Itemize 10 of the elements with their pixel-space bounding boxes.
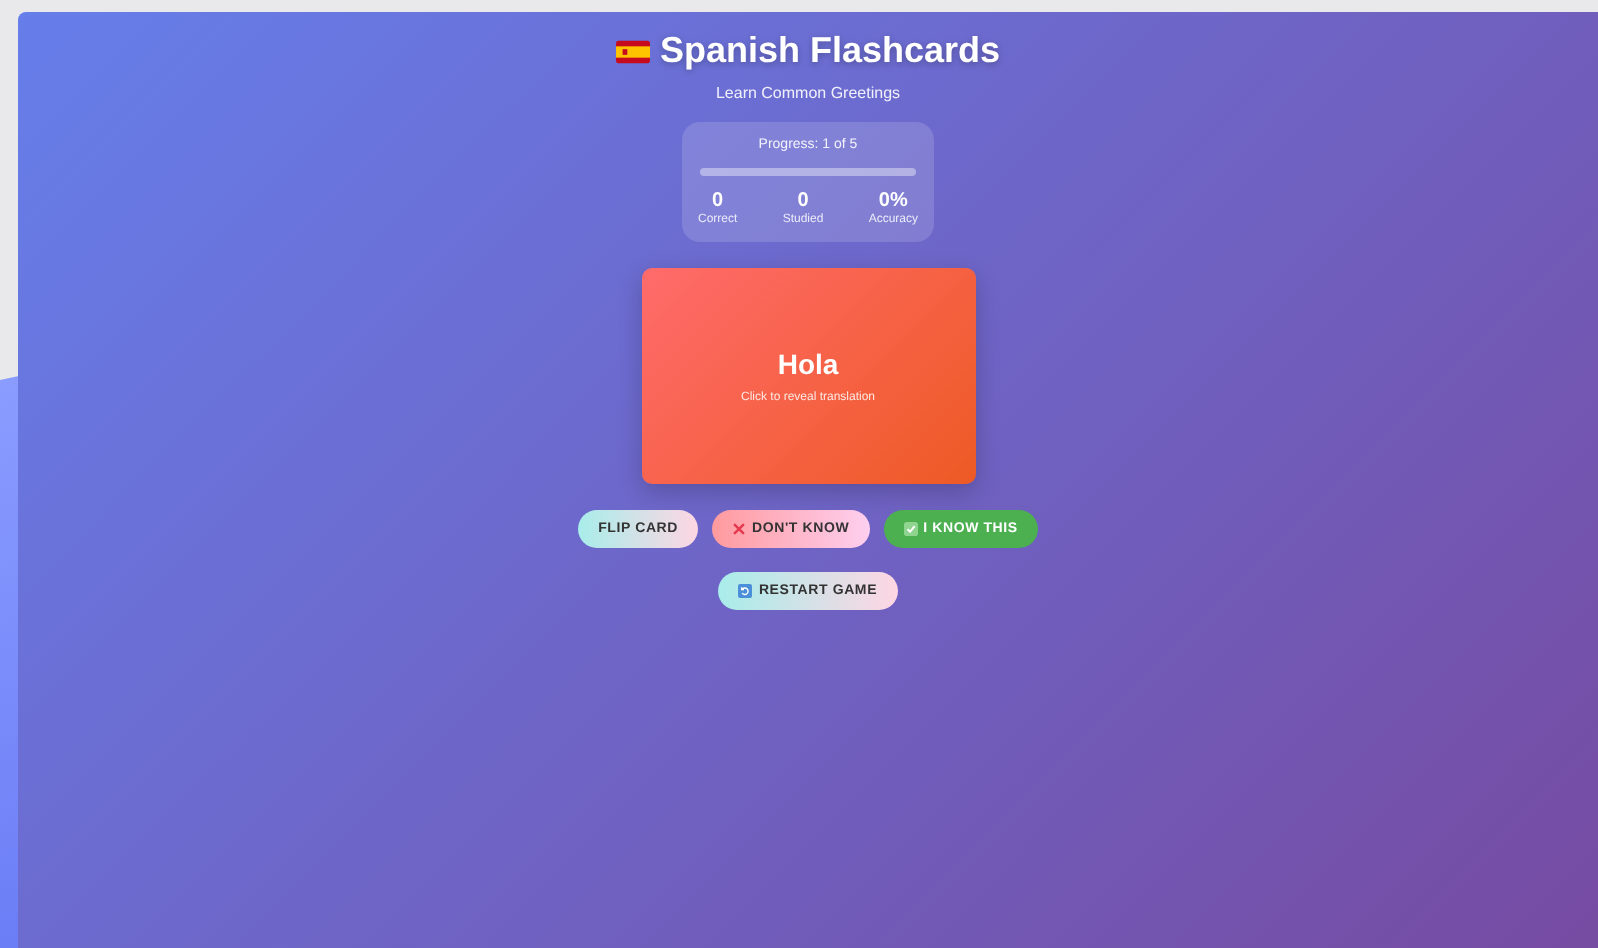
card-word: Hola xyxy=(777,348,839,380)
flag-icon xyxy=(615,39,650,63)
close-icon xyxy=(732,522,747,536)
refresh-icon xyxy=(738,584,753,598)
check-icon xyxy=(903,522,918,536)
subtitle: Learn Common Greetings xyxy=(715,84,901,102)
stat-value: 0 xyxy=(712,190,724,212)
app-title: Spanish Flashcards xyxy=(659,30,1001,72)
stat-value: 0% xyxy=(878,190,908,212)
stat-value: 0 xyxy=(797,190,809,212)
